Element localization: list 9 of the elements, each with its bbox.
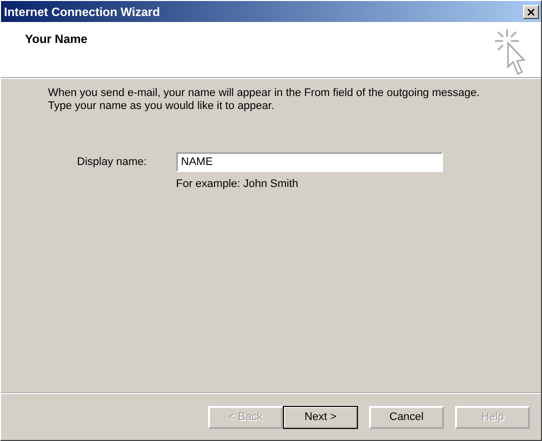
display-name-field[interactable]: NAME <box>176 152 443 172</box>
window-title: Internet Connection Wizard <box>4 4 160 18</box>
page-title: Your Name <box>25 32 88 46</box>
example-hint: For example: John Smith <box>176 178 300 190</box>
instruction-text: When you send e-mail, your name will appear in the From field of the outgoing message. Type your name as you would like it to appear. <box>48 87 481 113</box>
wizard-button[interactable]: Next > <box>283 406 358 428</box>
close-button[interactable]: × <box>523 4 539 18</box>
field-label: Display name: <box>77 156 148 168</box>
wizard-button[interactable]: Cancel <box>369 406 444 428</box>
